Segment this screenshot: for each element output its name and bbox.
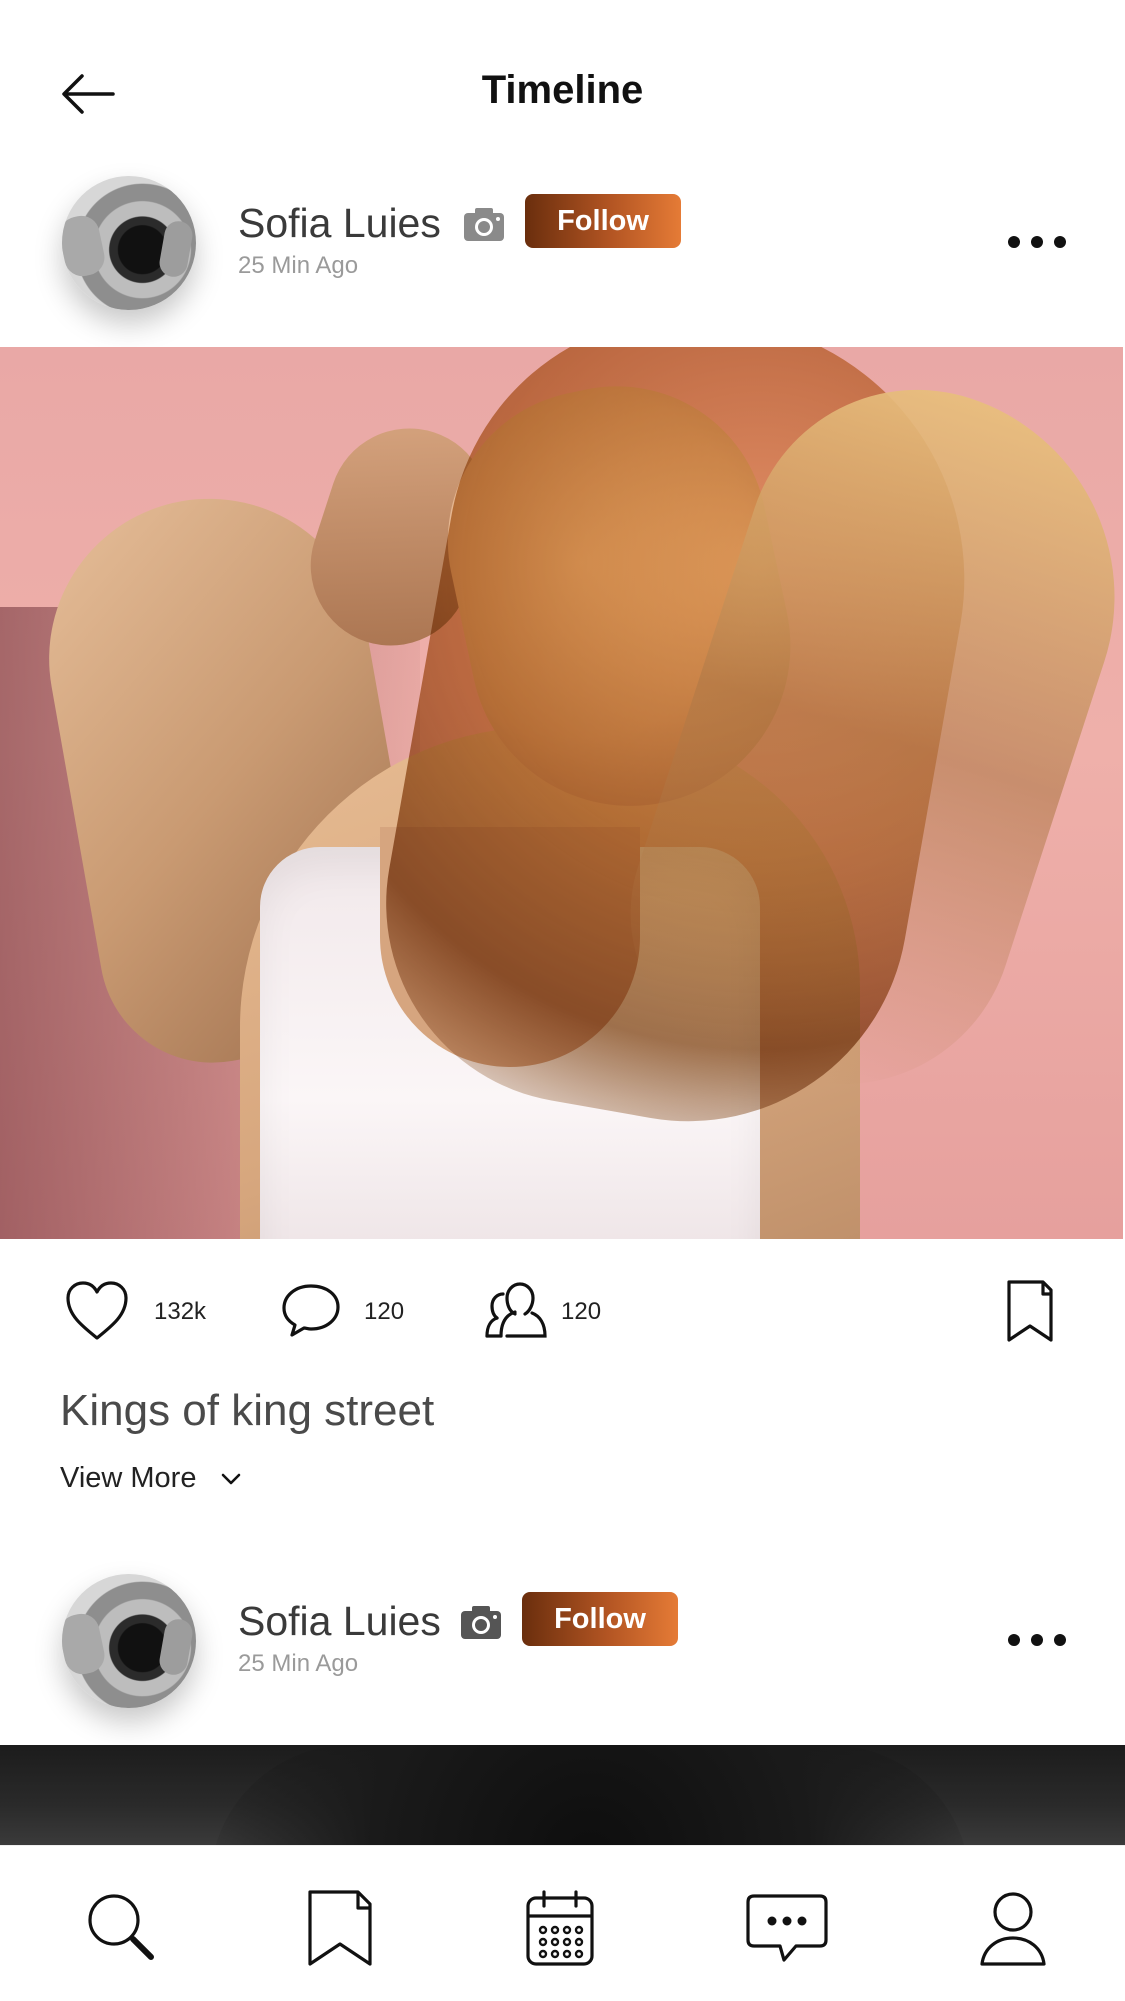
- comment-button[interactable]: 120: [278, 1278, 428, 1348]
- share-button[interactable]: 120: [483, 1278, 633, 1348]
- view-more-label: View More: [60, 1462, 197, 1494]
- author-name[interactable]: Sofia Luies: [238, 1598, 441, 1645]
- post-actions: 132k 120 120: [0, 1278, 1125, 1348]
- comment-icon: [282, 1284, 340, 1337]
- more-dots-icon[interactable]: [1002, 230, 1072, 254]
- follow-button[interactable]: Follow: [525, 194, 681, 248]
- post-caption: Kings of king street: [60, 1386, 435, 1435]
- like-count: 132k: [154, 1298, 207, 1325]
- image-hair: [210, 1745, 970, 1845]
- post-header: Sofia Luies Follow 25 Min Ago: [0, 176, 1125, 326]
- view-more-button[interactable]: View More: [60, 1462, 243, 1495]
- page-title: Timeline: [481, 68, 644, 112]
- nav-calendar[interactable]: [518, 1886, 608, 1976]
- camera-icon: [461, 1606, 501, 1639]
- post-time: 25 Min Ago: [238, 1650, 359, 1677]
- camera-icon: [464, 208, 504, 241]
- like-button[interactable]: 132k: [62, 1278, 222, 1348]
- more-dots-icon[interactable]: [1002, 1628, 1072, 1652]
- follow-button[interactable]: Follow: [522, 1592, 678, 1646]
- nav-search[interactable]: [80, 1886, 170, 1976]
- author-name[interactable]: Sofia Luies: [238, 200, 441, 247]
- calendar-icon: [526, 1890, 594, 1966]
- comment-count: 120: [364, 1298, 405, 1325]
- post-header: Sofia Luies Follow 25 Min Ago: [0, 1574, 1125, 1724]
- share-count: 120: [561, 1298, 602, 1325]
- bottom-navigation: [0, 1845, 1125, 2001]
- profile-icon: [980, 1892, 1046, 1966]
- post-time: 25 Min Ago: [238, 252, 359, 279]
- heart-icon: [66, 1281, 128, 1340]
- post-image[interactable]: [0, 1745, 1125, 1845]
- post-image[interactable]: [0, 347, 1123, 1239]
- avatar[interactable]: [62, 1574, 196, 1708]
- bookmark-icon: [308, 1890, 372, 1966]
- bookmark-button[interactable]: [1003, 1278, 1059, 1344]
- avatar[interactable]: [62, 176, 196, 310]
- search-icon: [88, 1894, 154, 1960]
- nav-profile[interactable]: [968, 1886, 1058, 1976]
- chevron-down-icon: [221, 1474, 240, 1485]
- chat-icon: [746, 1894, 828, 1962]
- top-bar: Timeline: [0, 0, 1125, 170]
- users-icon: [485, 1282, 547, 1338]
- bookmark-icon: [1007, 1280, 1053, 1342]
- nav-messages[interactable]: [742, 1886, 832, 1976]
- timeline-screen: Timeline Sofia Luies Follow 25 Min Ago 1…: [0, 0, 1125, 2001]
- nav-bookmarks[interactable]: [300, 1886, 390, 1976]
